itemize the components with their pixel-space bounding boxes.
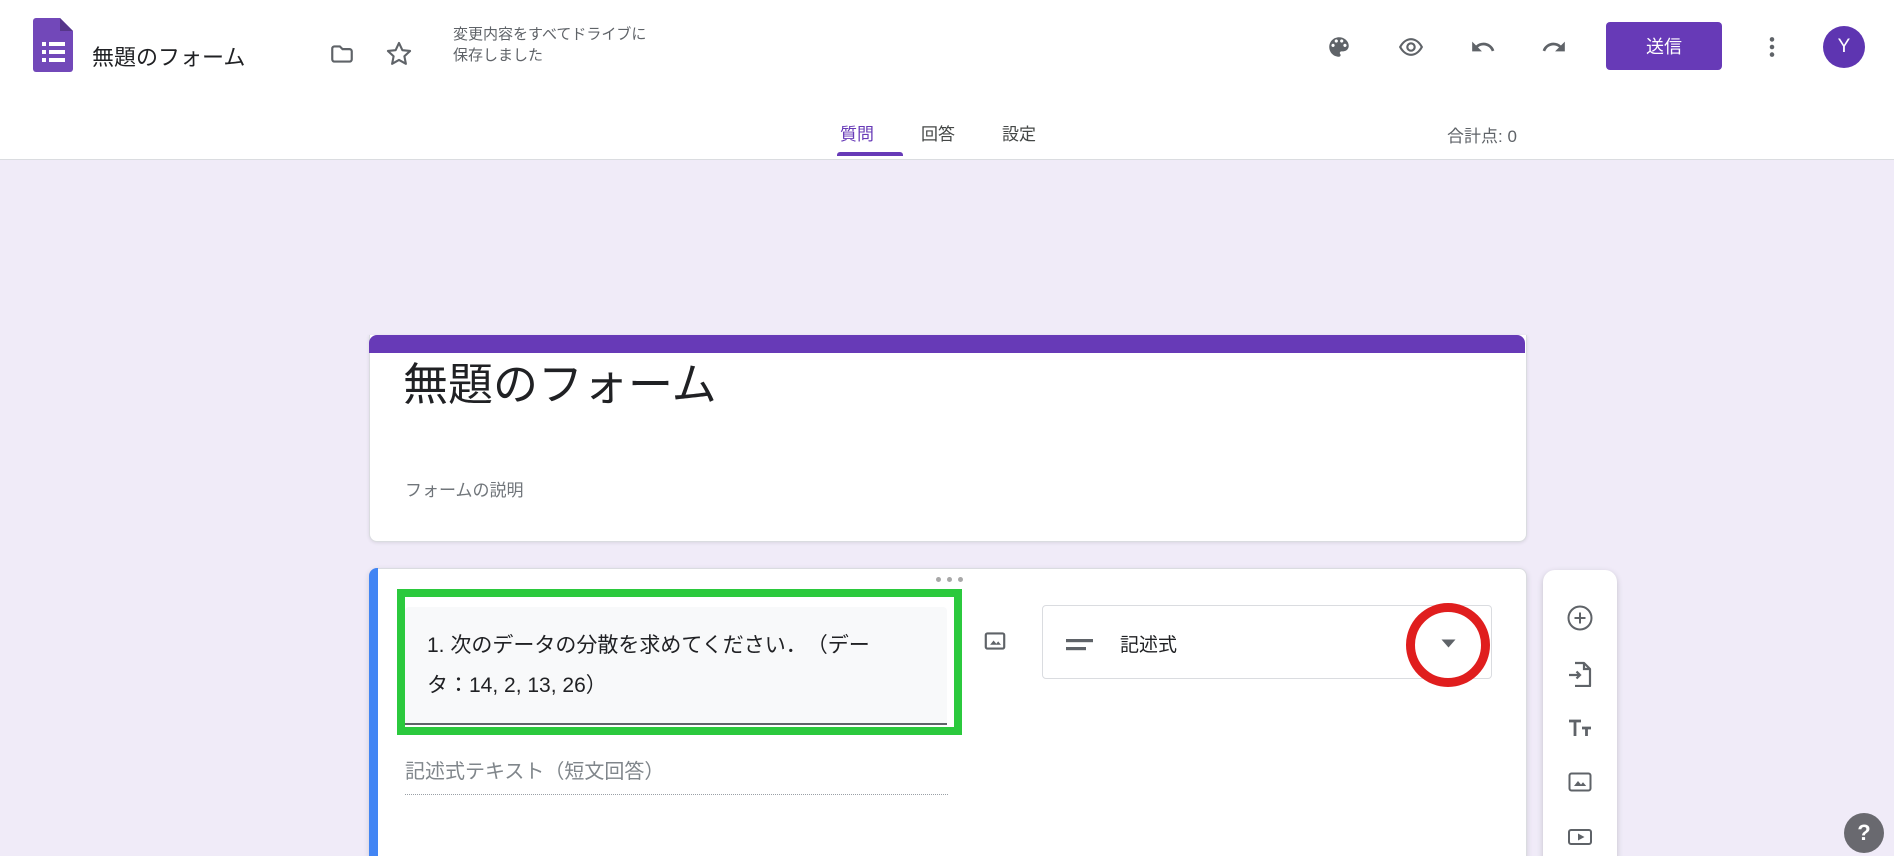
top-bar: 無題のフォーム 変更内容をすべてドライブに 保存しました [0,0,1894,160]
drag-handle-icon[interactable] [936,577,963,582]
save-status-line1: 変更内容をすべてドライブに [453,24,646,45]
document-title[interactable]: 無題のフォーム [92,40,245,72]
theme-palette-icon[interactable] [1326,34,1352,60]
preview-eye-icon[interactable] [1398,34,1424,60]
save-status-line2: 保存しました [453,45,646,66]
account-avatar[interactable]: Y [1823,26,1865,68]
question-selected-bar [369,568,378,865]
bottom-edge [0,856,1894,865]
import-questions-icon[interactable] [1566,659,1594,687]
tab-bar: 質問 回答 設定 [840,120,1036,145]
dropdown-caret-icon[interactable] [1441,639,1456,648]
add-question-icon[interactable] [1566,604,1594,632]
add-image-to-question-icon[interactable] [982,628,1008,654]
star-icon[interactable] [385,40,413,68]
send-button[interactable]: 送信 [1606,22,1722,70]
answer-underline [405,794,948,795]
form-canvas: 無題のフォーム フォームの説明 1. 次のデータの分散を求めてください． （デー… [0,160,1894,856]
save-status: 変更内容をすべてドライブに 保存しました [453,24,646,66]
undo-icon[interactable] [1470,34,1496,60]
google-forms-editor: 無題のフォーム 変更内容をすべてドライブに 保存しました [0,0,1894,865]
add-video-icon[interactable] [1566,823,1594,851]
question-type-label: 記述式 [1120,630,1177,657]
add-image-icon[interactable] [1566,768,1594,796]
forms-logo-icon[interactable] [33,18,73,72]
question-text[interactable]: 1. 次のデータの分散を求めてください． （データ：14, 2, 13, 26） [427,626,877,706]
answer-placeholder: 記述式テキスト（短文回答） [405,755,664,784]
total-points: 合計点: 0 [1447,122,1517,147]
form-description-input[interactable]: フォームの説明 [405,476,524,501]
active-tab-indicator [837,152,903,156]
redo-icon[interactable] [1541,34,1567,60]
add-title-text-icon[interactable] [1566,714,1594,742]
side-toolbar [1543,570,1617,865]
short-answer-icon [1065,638,1095,652]
question-type-dropdown[interactable] [1042,605,1492,679]
form-title-input[interactable]: 無題のフォーム [403,348,717,413]
more-options-icon[interactable] [1759,34,1785,60]
help-button[interactable]: ? [1844,813,1884,853]
tab-responses[interactable]: 回答 [921,120,955,145]
tab-questions[interactable]: 質問 [840,120,874,145]
move-folder-icon[interactable] [329,41,355,67]
tab-settings[interactable]: 設定 [1002,120,1036,145]
